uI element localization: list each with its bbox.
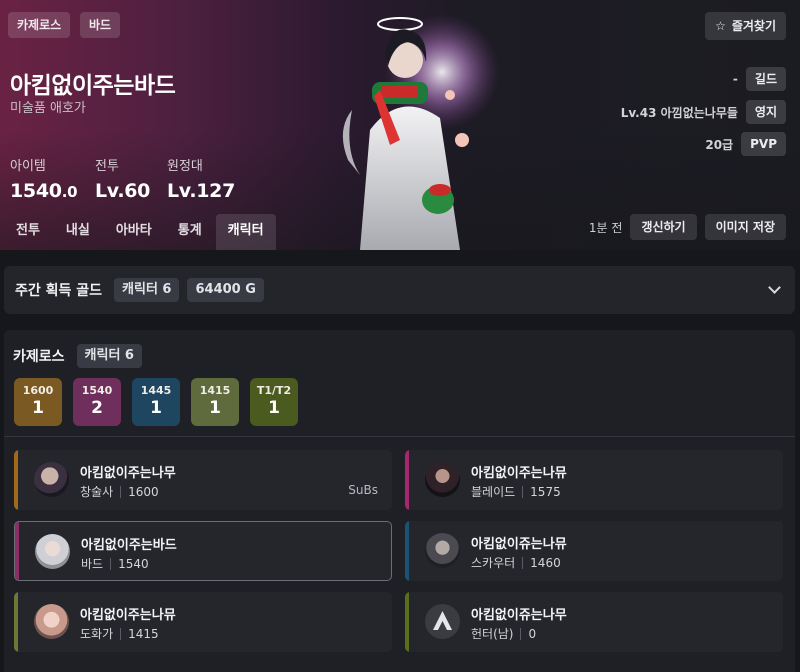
server-name: 카제로스 xyxy=(13,349,65,365)
stat-value: Lv.60 xyxy=(95,180,151,202)
avatar xyxy=(425,462,460,497)
save-image-button[interactable]: 이미지 저장 xyxy=(704,214,786,240)
guild-tag: 길드 xyxy=(745,67,786,91)
avatar xyxy=(34,462,69,497)
tab-characters[interactable]: 캐릭터 xyxy=(215,214,276,250)
stat-label: 전투 xyxy=(95,159,119,174)
ilvl-badge: 1415 1 xyxy=(191,378,239,426)
pvp-tag: PVP xyxy=(741,132,786,156)
guild-value: - xyxy=(732,72,738,86)
card-stripe xyxy=(15,522,19,580)
server-section: 카제로스 캐릭터 6 1600 1 1540 2 1445 1 1415 1 T1/T2… xyxy=(4,330,795,672)
card-stripe xyxy=(405,450,409,510)
pvp-value: 20급 xyxy=(705,137,734,152)
card-stripe xyxy=(14,450,18,510)
stat-value: Lv.127 xyxy=(167,180,236,202)
estate-tag: 영지 xyxy=(745,100,786,124)
character-illustration xyxy=(342,14,500,250)
class-chip[interactable]: 바드 xyxy=(80,12,121,38)
tab-internal[interactable]: 내실 xyxy=(54,214,102,250)
card-stripe xyxy=(14,592,18,652)
ilvl-badge: 1445 1 xyxy=(132,378,180,426)
refresh-button[interactable]: 갱신하기 xyxy=(630,214,697,240)
weekly-gold-title: 주간 획득 골드 xyxy=(15,283,103,299)
character-card-name: 아킴없이쥬는나무 xyxy=(471,608,567,623)
character-card-meta: 창술사 1600 xyxy=(80,484,159,500)
ilvl-badge: T1/T2 1 xyxy=(250,378,298,426)
item-level-badges: 1600 1 1540 2 1445 1 1415 1 T1/T2 1 xyxy=(14,378,298,426)
chevron-down-icon[interactable] xyxy=(768,281,781,294)
character-card[interactable]: 아킴없이주는나뮤 도화가 1415 xyxy=(14,592,392,652)
last-updated: 1분 전 xyxy=(588,220,623,235)
card-stripe xyxy=(405,592,409,652)
avatar xyxy=(425,533,460,568)
avatar xyxy=(34,604,69,639)
guild-row: - 길드 xyxy=(733,67,786,91)
stat-value: 1540.0 xyxy=(10,180,78,202)
character-card-name: 아킴없이주는나무 xyxy=(80,466,176,481)
character-card-meta: 도화가 1415 xyxy=(80,626,159,642)
character-card-meta: 블레이드 1575 xyxy=(471,484,561,500)
stat-label: 원정대 xyxy=(167,159,203,174)
stat-expedition-level: 원정대 Lv.127 xyxy=(167,155,235,202)
character-card[interactable]: 아킴없이주는나뮤 블레이드 1575 xyxy=(405,450,783,510)
tab-statistics[interactable]: 통계 xyxy=(166,214,214,250)
card-stripe xyxy=(405,521,409,581)
pvp-row: 20급 PVP xyxy=(705,132,786,156)
stat-item-level: 아이템 1540.0 xyxy=(10,155,78,202)
avatar xyxy=(35,534,70,569)
stat-label: 아이템 xyxy=(10,159,46,174)
stat-combat-level: 전투 Lv.60 xyxy=(95,155,150,202)
server-character-count: 캐릭터 6 xyxy=(76,344,142,368)
section-divider xyxy=(4,436,795,437)
weekly-gold-panel[interactable]: 주간 획득 골드 캐릭터 6 64400 G xyxy=(4,266,795,314)
weekly-gold-amount: 64400 G xyxy=(187,278,264,302)
weekly-gold-character-count: 캐릭터 6 xyxy=(114,278,180,302)
character-card-meta: 헌터(남) 0 xyxy=(471,626,537,642)
star-icon: ☆ xyxy=(715,19,726,33)
character-card[interactable]: 아킴없이쥬는나뮤 스카우터 1460 xyxy=(405,521,783,581)
character-card-name: 아킴없이주는나뮤 xyxy=(80,608,176,623)
character-card-name: 아킴없이쥬는나뮤 xyxy=(471,537,567,552)
character-card-selected[interactable]: 아킴없이주는바드 바드 1540 xyxy=(14,521,392,581)
tab-avatar[interactable]: 아바타 xyxy=(104,214,164,250)
profile-tabs: 전투 내실 아바타 통계 캐릭터 xyxy=(4,214,278,250)
tab-combat[interactable]: 전투 xyxy=(4,214,52,250)
hunter-class-icon xyxy=(425,604,460,639)
ilvl-badge: 1600 1 xyxy=(14,378,62,426)
ilvl-badge: 1540 2 xyxy=(73,378,121,426)
character-title: 미술품 애호가 xyxy=(10,101,86,116)
character-header: 카제로스 바드 아킴없이주는바드 미술품 애호가 아이템 1540.0 전투 L… xyxy=(0,0,800,250)
character-card-meta: 바드 1540 xyxy=(81,556,149,572)
server-chip[interactable]: 카제로스 xyxy=(8,12,71,38)
character-card-meta: 스카우터 1460 xyxy=(471,555,561,571)
server-header: 카제로스 캐릭터 6 xyxy=(13,344,150,368)
favorite-button[interactable]: ☆ 즐겨찾기 xyxy=(705,12,786,40)
estate-value: Lv.43 아낌없는나무들 xyxy=(620,105,738,120)
character-card-name: 아킴없이주는나뮤 xyxy=(471,466,567,481)
character-card[interactable]: 아킴없이쥬는나무 헌터(남) 0 xyxy=(405,592,783,652)
character-name: 아킴없이주는바드 xyxy=(10,73,176,99)
character-card[interactable]: 아킴없이주는나무 창술사 1600 SuBs xyxy=(14,450,392,510)
header-actions: 1분 전 갱신하기 이미지 저장 xyxy=(589,214,786,240)
estate-row: Lv.43 아낌없는나무들 영지 xyxy=(621,100,786,124)
character-card-tag: SuBs xyxy=(348,483,378,497)
character-card-name: 아킴없이주는바드 xyxy=(81,538,177,553)
